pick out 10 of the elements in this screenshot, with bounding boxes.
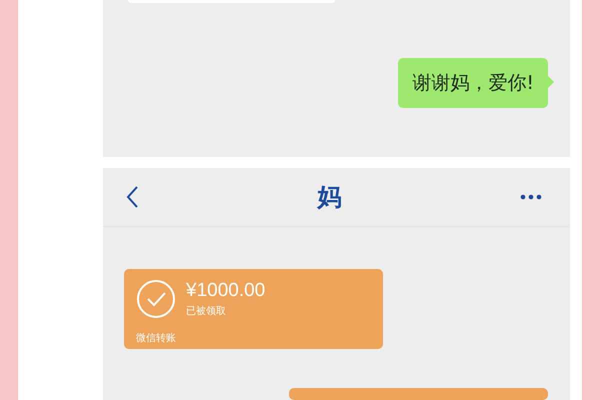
message-bubble: 谢谢妈，爱你! xyxy=(398,58,548,108)
transfer-status: 已被领取 xyxy=(186,304,227,318)
bubble-tail xyxy=(548,76,554,88)
transfer-amount: ¥1000.00 xyxy=(186,280,266,302)
chat-title: 妈 xyxy=(318,182,342,213)
back-icon[interactable] xyxy=(125,185,139,209)
check-circle-icon xyxy=(136,279,176,319)
transfer-label: 微信转账 xyxy=(136,332,177,345)
more-icon[interactable] xyxy=(520,194,542,200)
transfer-card[interactable]: ¥1000.00 已被领取 微信转账 xyxy=(124,269,383,349)
